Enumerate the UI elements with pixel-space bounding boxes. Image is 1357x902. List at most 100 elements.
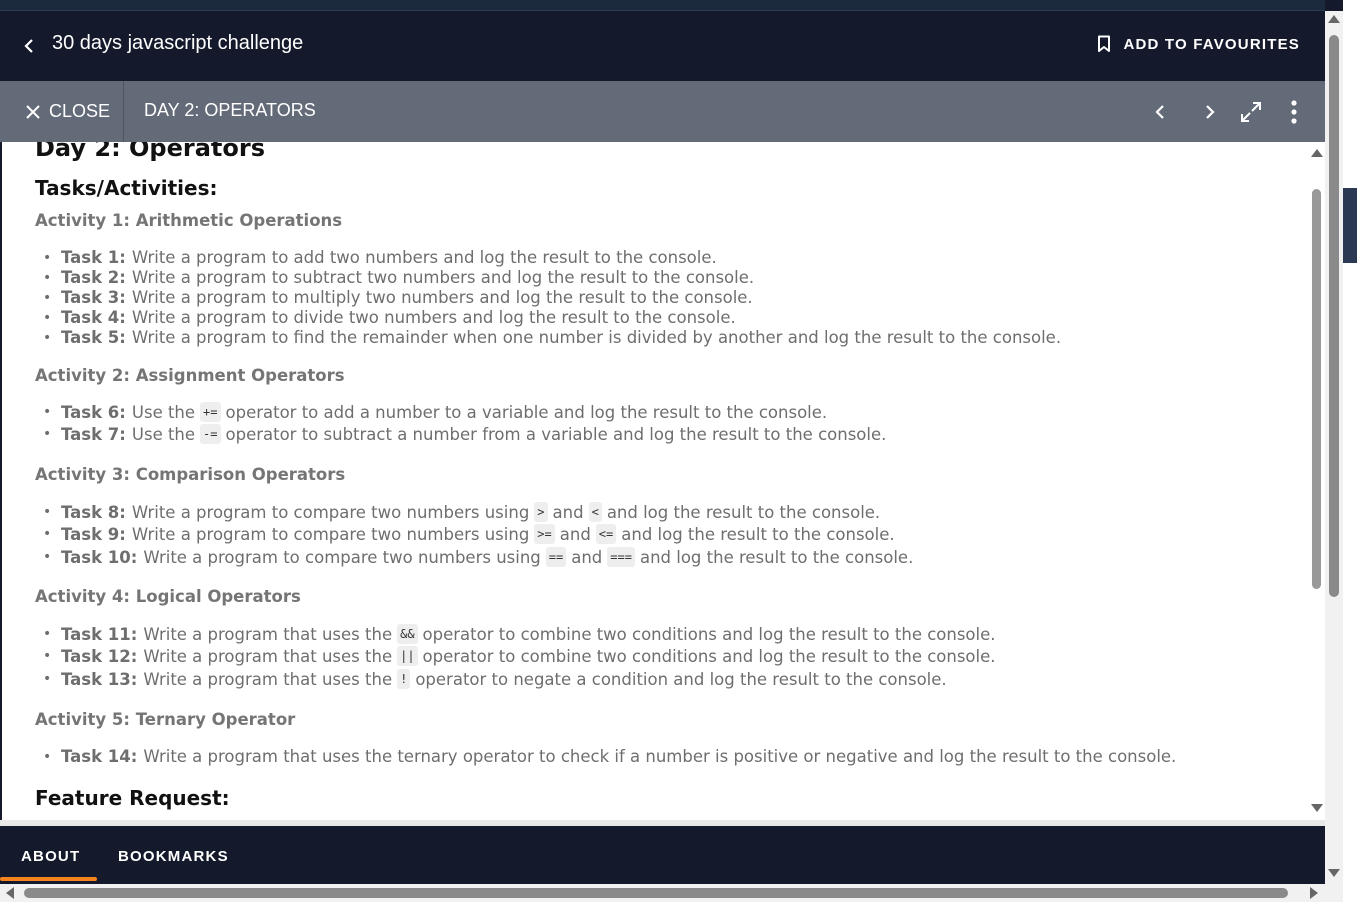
task-text: Write a program that uses the ternary op…: [143, 747, 1177, 766]
scroll-down-icon[interactable]: [1311, 804, 1323, 812]
tasks-heading: Tasks/Activities:: [35, 176, 218, 200]
bullet: •: [43, 748, 52, 765]
close-icon: [26, 104, 40, 119]
inline-code: ==: [545, 547, 567, 567]
horizontal-scroll-thumb[interactable]: [24, 888, 1288, 898]
task-text: and: [559, 524, 591, 544]
day-heading: Day 2: Operators: [35, 142, 266, 162]
activity-heading: Activity 1: Arithmetic Operations: [35, 211, 343, 230]
chevron-left-icon: [24, 39, 33, 53]
inline-code: >=: [534, 524, 555, 544]
list-item: • Task 8: Write a program to compare two n…: [43, 502, 880, 522]
task-text: Write a program that uses the: [143, 669, 393, 689]
list-item: • Task 10: Write a program to compare two …: [43, 547, 913, 567]
list-item: • Task 4: Write a program to divide two nu…: [43, 308, 736, 327]
inline-code: &&: [397, 624, 418, 644]
favourites-label: ADD TO FAVOURITES: [1123, 35, 1300, 53]
horizontal-scrollbar[interactable]: [0, 884, 1343, 902]
task-label: Task 13:: [61, 669, 138, 689]
scroll-down-icon[interactable]: [1328, 869, 1340, 877]
inline-code: !: [397, 669, 411, 689]
list-item: • Task 11: Write a program that uses the &&…: [43, 624, 996, 644]
task-text: Write a program to find the remainder wh…: [131, 328, 1062, 347]
active-tab-indicator: [0, 877, 97, 881]
bullet: •: [43, 626, 52, 642]
list-item: • Task 12: Write a program that uses the ||…: [43, 646, 996, 666]
scroll-up-icon[interactable]: [1328, 15, 1340, 23]
inline-code: <=: [595, 524, 617, 544]
app-header: 30 days javascript challenge ADD TO FAVO…: [0, 11, 1325, 81]
task-label: Task 3:: [61, 288, 126, 307]
bullet: •: [43, 269, 52, 286]
bookmark-icon: [1098, 35, 1111, 52]
top-strip: [0, 0, 1325, 11]
expand-icon: [1241, 102, 1261, 122]
bullet: •: [43, 249, 52, 266]
chevron-left-icon: [1155, 105, 1164, 119]
back-button[interactable]: [20, 35, 38, 57]
task-text: Write a program to multiply two numbers …: [131, 288, 753, 307]
scroll-right-icon[interactable]: [1310, 887, 1318, 899]
lesson-title: DAY 2: OPERATORS: [144, 100, 316, 120]
task-text: operator to combine two conditions and l…: [422, 624, 996, 644]
task-label: Task 5:: [61, 328, 126, 347]
tab-bookmarks[interactable]: BOOKMARKS: [118, 848, 229, 865]
list-item: • Task 14: Write a program that uses the t…: [43, 747, 1176, 766]
page-scrollbar[interactable]: [1325, 11, 1343, 884]
inline-code: +=: [200, 402, 221, 422]
course-title: 30 days javascript challenge: [52, 32, 304, 54]
activity-heading: Activity 2: Assignment Operators: [35, 366, 345, 385]
task-label: Task 6:: [61, 402, 126, 422]
task-label: Task 2:: [61, 268, 126, 287]
bullet: •: [43, 504, 52, 520]
scroll-left-icon[interactable]: [6, 887, 14, 899]
task-text: and log the result to the console.: [639, 547, 914, 567]
task-text: operator to combine two conditions and l…: [422, 646, 996, 666]
lesson-toolbar: CLOSE DAY 2: OPERATORS: [0, 81, 1325, 142]
chevron-right-icon: [1206, 105, 1215, 119]
task-label: Task 4:: [61, 308, 126, 327]
task-text: Write a program to add two numbers and l…: [131, 248, 717, 267]
task-text: operator to add a number to a variable a…: [225, 402, 828, 422]
more-vertical-icon: [1291, 100, 1297, 124]
inline-code: ===: [607, 547, 635, 567]
bullet: •: [43, 426, 52, 442]
list-item: • Task 2: Write a program to subtract two …: [43, 268, 754, 287]
task-label: Task 7:: [61, 424, 126, 444]
task-label: Task 11:: [61, 624, 138, 644]
task-text: Write a program to subtract two numbers …: [131, 268, 755, 287]
bullet: •: [43, 329, 52, 346]
bottom-tab-bar: ABOUT BOOKMARKS: [0, 820, 1325, 884]
tab-about[interactable]: ABOUT: [21, 848, 80, 865]
close-button[interactable]: CLOSE: [0, 81, 124, 142]
task-text: and: [552, 502, 584, 522]
task-label: Task 8:: [61, 502, 126, 522]
task-label: Task 12:: [61, 646, 138, 666]
previous-lesson-button[interactable]: [1146, 98, 1174, 126]
bullet: •: [43, 404, 52, 420]
bullet: •: [43, 648, 52, 664]
fullscreen-button[interactable]: [1237, 98, 1265, 126]
content-scrollbar[interactable]: [1307, 142, 1325, 820]
task-label: Task 1:: [61, 248, 126, 267]
next-lesson-button[interactable]: [1196, 98, 1224, 126]
task-label: Task 9:: [61, 524, 126, 544]
task-text: operator to subtract a number from a var…: [225, 424, 887, 444]
bullet: •: [43, 526, 52, 542]
more-options-button[interactable]: [1280, 98, 1308, 126]
add-to-favourites-button[interactable]: ADD TO FAVOURITES: [1097, 35, 1300, 53]
task-text: Use the: [131, 402, 196, 422]
content-scroll-thumb[interactable]: [1312, 189, 1321, 589]
task-text: Write a program to compare two numbers u…: [143, 547, 541, 567]
activity-heading: Activity 3: Comparison Operators: [35, 465, 346, 484]
close-label: CLOSE: [49, 101, 111, 121]
scroll-up-icon[interactable]: [1311, 149, 1323, 157]
task-text: and log the result to the console.: [606, 502, 881, 522]
inline-code: -=: [200, 424, 221, 444]
lesson-content: Day 2: Operators Tasks/Activities: Activ…: [2, 142, 1307, 820]
task-text: Use the: [131, 424, 196, 444]
activity-heading: Activity 5: Ternary Operator: [35, 710, 296, 729]
task-text: and log the result to the console.: [621, 524, 895, 544]
page-scroll-thumb[interactable]: [1329, 35, 1339, 597]
task-text: Write a program to compare two numbers u…: [131, 502, 530, 522]
